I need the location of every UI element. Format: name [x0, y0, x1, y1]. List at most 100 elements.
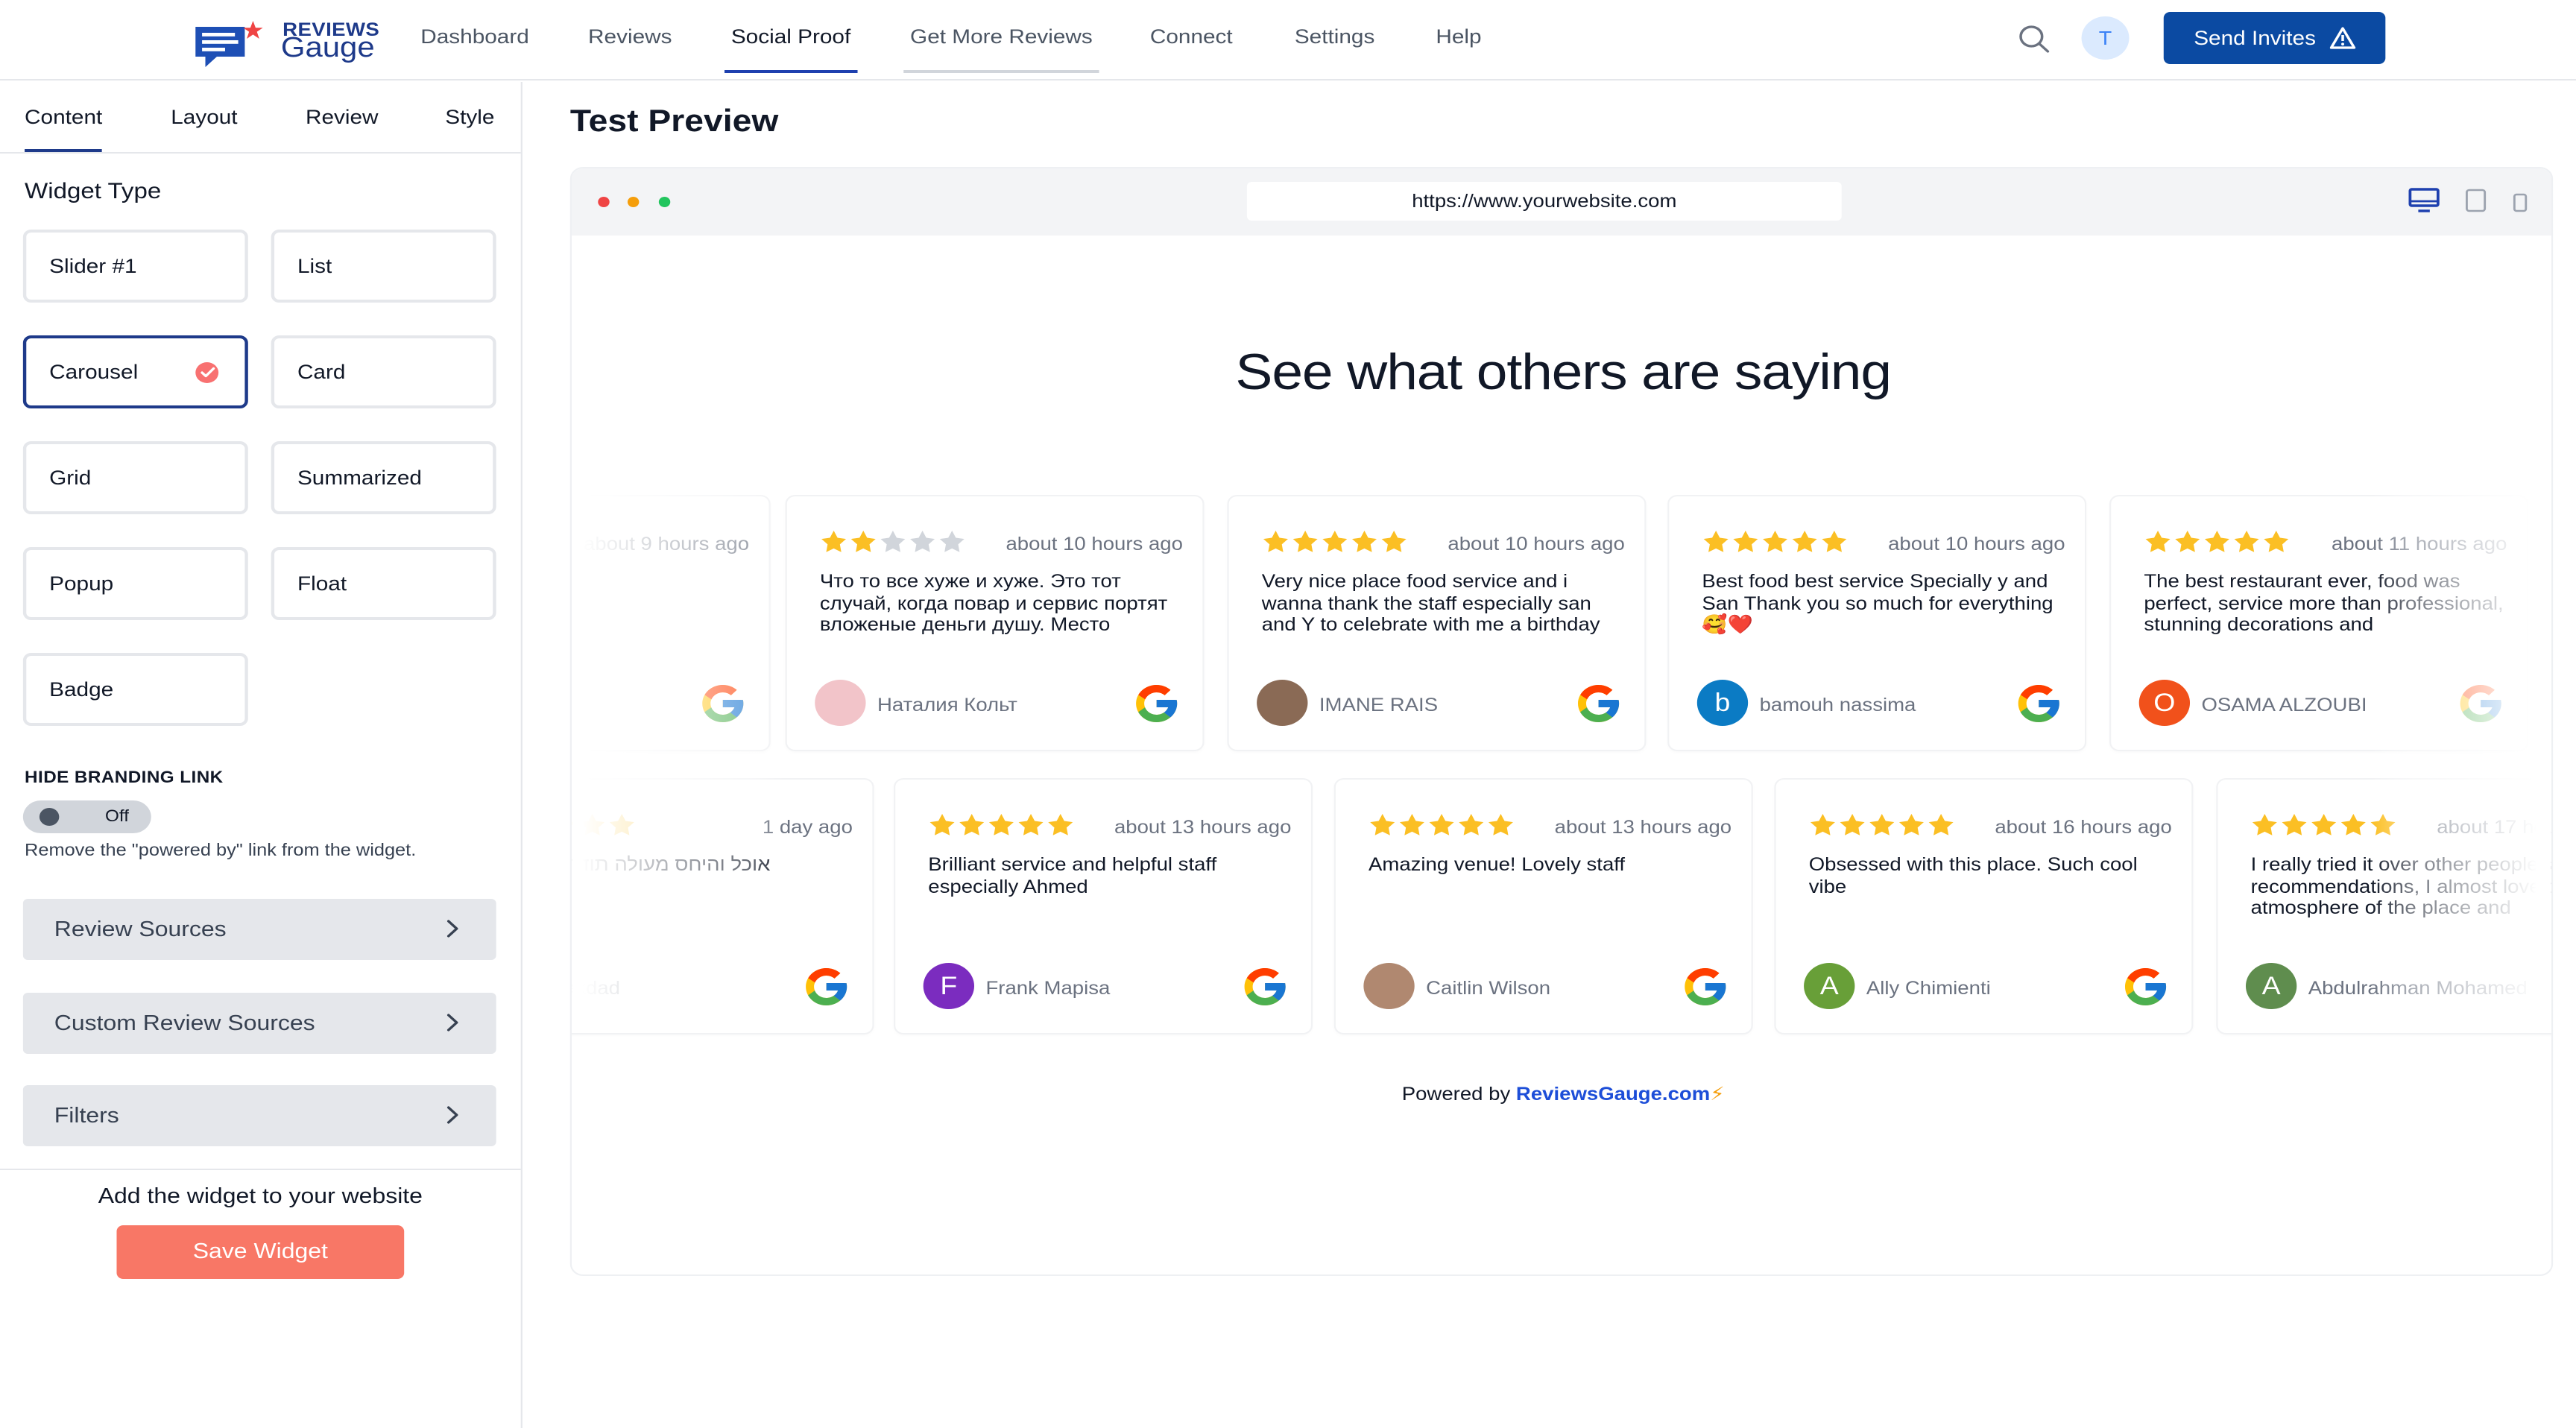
nav-get-more-reviews[interactable]: Get More Reviews	[903, 25, 1099, 73]
filters-section[interactable]: Filters	[22, 1085, 496, 1146]
nav-settings[interactable]: Settings	[1295, 25, 1375, 69]
window-close-dot	[598, 197, 610, 207]
tab-layout[interactable]: Layout	[171, 106, 237, 128]
google-icon	[2124, 968, 2167, 1005]
settings-sidebar: Content Layout Review Style Widget Type …	[0, 82, 523, 1428]
reviewsgauge-logo[interactable]: REVIEWS Gauge	[194, 9, 382, 72]
reviewer-avatar	[1363, 963, 1415, 1009]
section-label: Custom Review Sources	[54, 1011, 315, 1035]
custom-review-sources-section[interactable]: Custom Review Sources	[22, 993, 496, 1054]
check-icon	[195, 362, 219, 383]
toggle-label: Off	[105, 808, 129, 826]
reviewer-name: OSAMA ALZOUBI	[2201, 695, 2367, 715]
powered-by-label: Powered by	[1401, 1084, 1511, 1105]
reviewer-avatar	[1257, 680, 1308, 726]
widget-type-title: Widget Type	[25, 179, 162, 204]
reviewer-avatar: b	[1696, 680, 1749, 726]
hide-branding-toggle[interactable]: Off	[22, 800, 151, 833]
document-star-icon	[195, 21, 263, 67]
tab-style[interactable]: Style	[445, 106, 494, 128]
review-text: Best food best service Specially y and S…	[1702, 571, 2053, 635]
bolt-icon: ⚡	[1710, 1084, 1725, 1105]
star-rating	[1262, 529, 1408, 555]
nav-help[interactable]: Help	[1436, 25, 1481, 69]
widget-option-label: Summarized	[297, 467, 422, 489]
review-time: about 10 hours ago	[1006, 534, 1183, 555]
save-widget-button[interactable]: Save Widget	[116, 1225, 405, 1279]
section-label: Review Sources	[54, 917, 227, 941]
tab-content[interactable]: Content	[25, 106, 103, 152]
search-icon[interactable]	[2018, 24, 2051, 54]
nav-connect[interactable]: Connect	[1150, 25, 1233, 69]
google-icon	[1136, 685, 1178, 722]
widget-option-card[interactable]: Card	[271, 335, 496, 408]
widget-option-list[interactable]: List	[271, 230, 496, 303]
review-time: about 13 hours ago	[1114, 817, 1292, 838]
widget-headline: See what others are saying	[1235, 344, 1892, 401]
widget-option-label: Slider #1	[49, 255, 137, 277]
add-widget-text: Add the widget to your website	[98, 1185, 423, 1209]
widget-option-badge[interactable]: Badge	[22, 653, 248, 726]
review-card[interactable]: about 13 hours ago Brilliant service and …	[895, 780, 1311, 1033]
review-card[interactable]: about 10 hours ago Best food best service…	[1669, 496, 2085, 750]
logo-text-bottom: Gauge	[280, 33, 375, 64]
hide-branding-title: HIDE BRANDING LINK	[25, 769, 224, 787]
google-icon	[2018, 685, 2059, 722]
review-text: Obsessed with this place. Such cool vibe	[1808, 854, 2138, 897]
star-rating	[2144, 529, 2290, 555]
star-rating	[1368, 812, 1515, 838]
url-bar: https://www.yourwebsite.com	[1246, 182, 1842, 221]
desktop-icon[interactable]	[2408, 188, 2440, 213]
window-maximize-dot	[658, 197, 671, 207]
widget-option-summarized[interactable]: Summarized	[271, 441, 496, 514]
widget-option-popup[interactable]: Popup	[22, 547, 248, 620]
chevron-right-icon	[446, 1106, 458, 1124]
reviewer-avatar: A	[1804, 963, 1855, 1009]
review-card[interactable]: about 13 hours ago Amazing venue! Lovely …	[1335, 780, 1752, 1033]
chevron-right-icon	[446, 920, 458, 938]
widget-option-label: Badge	[49, 678, 114, 701]
widget-option-float[interactable]: Float	[271, 547, 496, 620]
page-title: Test Preview	[569, 104, 779, 139]
widget-option-grid[interactable]: Grid	[22, 441, 248, 514]
google-icon	[1578, 685, 1620, 722]
reviewer-name: Frank Mapisa	[985, 978, 1111, 999]
hide-branding-description: Remove the "powered by" link from the wi…	[25, 842, 417, 860]
review-card[interactable]: about 10 hours ago Very nice place food s…	[1228, 496, 1645, 750]
review-card[interactable]: about 10 hours ago Что то все хуже и хуже…	[786, 496, 1203, 750]
carousel-fade-right	[2370, 467, 2551, 1033]
nav-reviews[interactable]: Reviews	[588, 25, 672, 69]
reviewer-name: Ally Chimienti	[1866, 978, 1991, 999]
user-avatar[interactable]: T	[2081, 16, 2130, 60]
carousel-fade-left	[572, 467, 786, 1033]
widget-option-carousel[interactable]: Carousel	[22, 335, 248, 408]
send-invites-label: Send Invites	[2194, 27, 2316, 49]
tabs-divider	[0, 152, 521, 154]
browser-preview: https://www.yourwebsite.com See what oth…	[569, 167, 2554, 1276]
reviewer-name: IMANE RAIS	[1319, 695, 1439, 715]
tab-review[interactable]: Review	[306, 106, 379, 128]
section-label: Filters	[54, 1104, 119, 1128]
star-rating	[928, 812, 1074, 838]
star-rating	[1809, 812, 1955, 838]
star-rating	[820, 529, 966, 555]
widget-option-slider[interactable]: Slider #1	[22, 230, 248, 303]
tablet-icon[interactable]	[2464, 188, 2487, 213]
reviewer-name: Наталия Кольт	[877, 695, 1017, 715]
powered-by-link[interactable]: ReviewsGauge.com	[1516, 1084, 1710, 1105]
review-sources-section[interactable]: Review Sources	[22, 899, 496, 960]
nav-social-proof[interactable]: Social Proof	[724, 25, 857, 73]
review-text: Very nice place food service and i wanna…	[1261, 571, 1600, 635]
reviewer-name: bamouh nassima	[1759, 695, 1916, 715]
footer-divider	[0, 1169, 521, 1170]
mobile-icon[interactable]	[2512, 192, 2528, 213]
nav-dashboard[interactable]: Dashboard	[420, 25, 529, 69]
google-icon	[806, 968, 847, 1005]
widget-option-label: Grid	[49, 467, 92, 489]
reviewer-avatar: F	[923, 963, 975, 1009]
widget-option-label: Popup	[49, 572, 114, 595]
review-card[interactable]: about 16 hours ago Obsessed with this pla…	[1775, 780, 2192, 1033]
send-invites-button[interactable]: Send Invites	[2163, 12, 2386, 64]
widget-option-label: Card	[297, 361, 346, 383]
reviewer-avatar: A	[2245, 963, 2297, 1009]
